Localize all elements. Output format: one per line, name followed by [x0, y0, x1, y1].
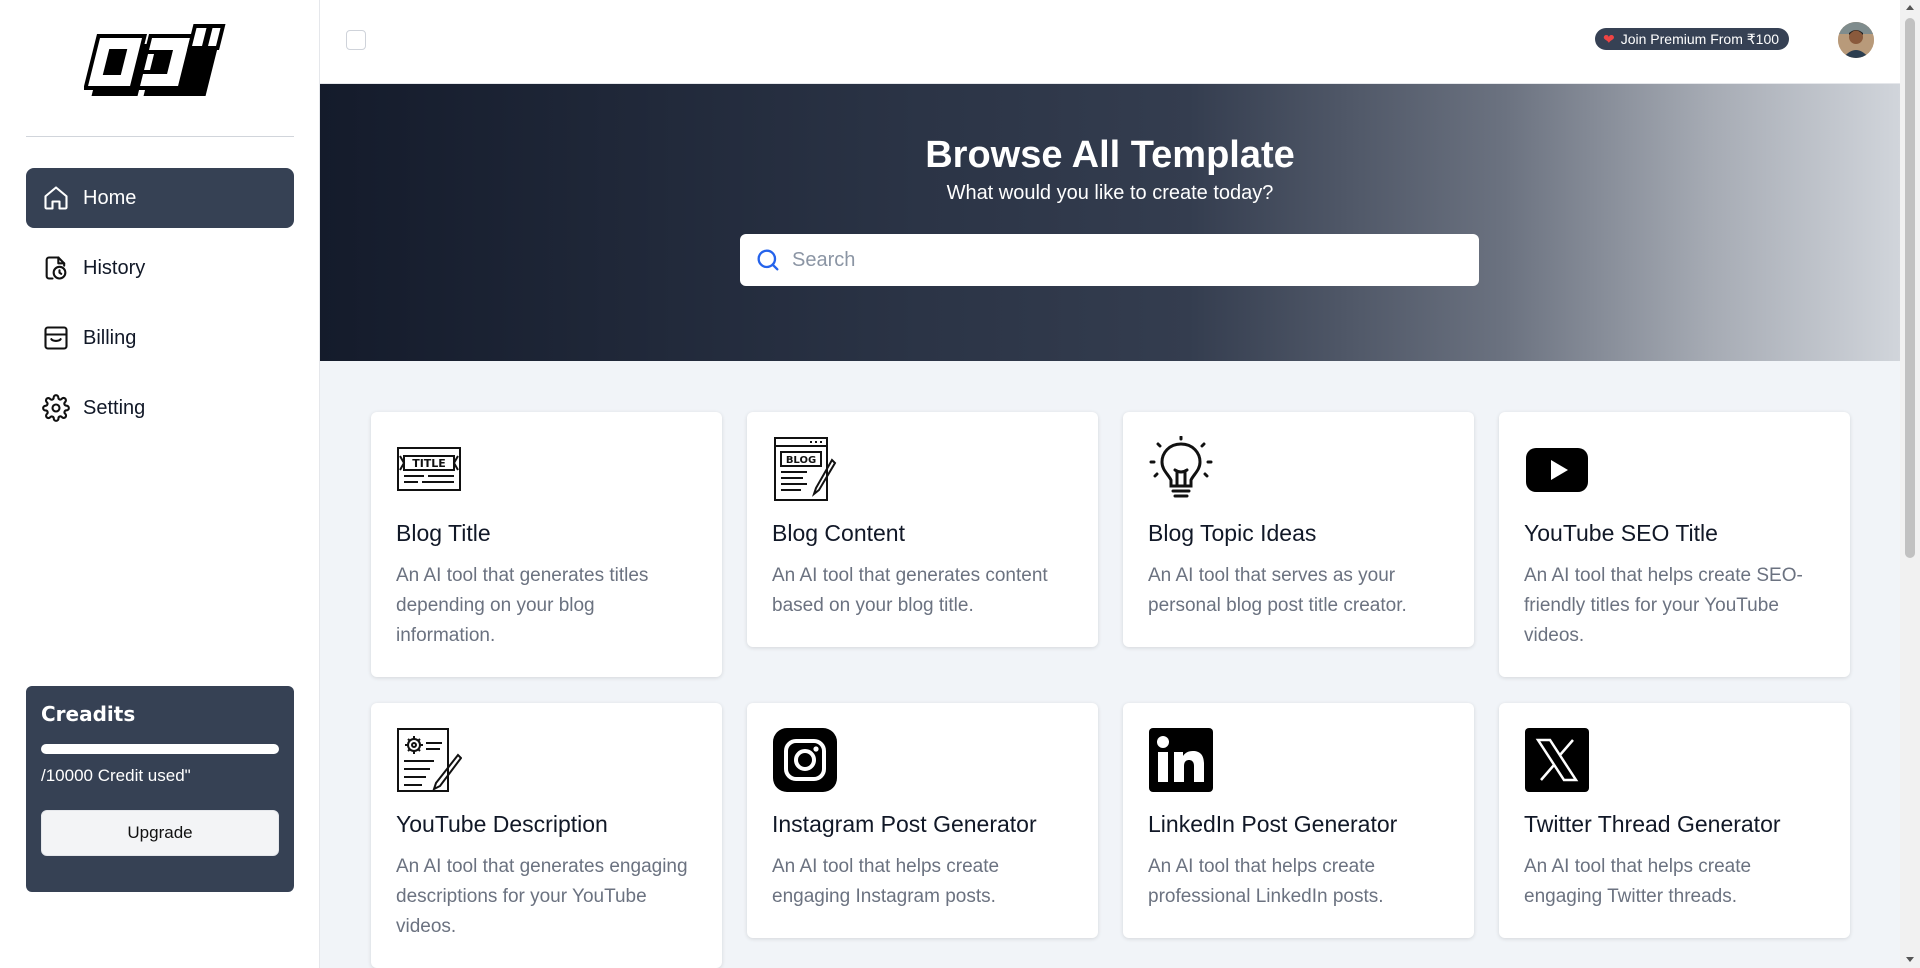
template-card-title: Blog Topic Ideas — [1148, 520, 1317, 546]
sidebar-item-label: Setting — [83, 396, 146, 419]
template-card-linkedin-post-generator[interactable]: LinkedIn Post Generator An AI tool that … — [1123, 703, 1474, 938]
blog-title-icon: TITLE — [396, 436, 462, 502]
template-card-title: Blog Title — [396, 520, 491, 546]
template-card-title: Blog Content — [772, 520, 905, 546]
document-settings-icon — [396, 727, 463, 793]
sidebar-toggle-checkbox[interactable] — [346, 30, 366, 50]
sidebar-item-setting[interactable]: Setting — [26, 378, 294, 438]
template-card-blog-content[interactable]: BLOG Blog Content An AI tool that genera… — [747, 412, 1098, 647]
template-card-desc: An AI tool that helps create engaging In… — [772, 856, 1000, 907]
svg-text:TITLE: TITLE — [412, 457, 446, 470]
template-card-twitter-thread-generator[interactable]: Twitter Thread Generator An AI tool that… — [1499, 703, 1850, 938]
blog-content-icon: BLOG — [772, 436, 838, 502]
template-card-blog-topic-ideas[interactable]: Blog Topic Ideas An AI tool that serves … — [1123, 412, 1474, 647]
search-icon — [754, 246, 782, 274]
search-input[interactable] — [792, 248, 1472, 272]
template-card-instagram-post-generator[interactable]: Instagram Post Generator An AI tool that… — [747, 703, 1098, 938]
page-title: Browse All Template — [925, 134, 1295, 176]
hero-banner: Browse All Template What would you like … — [320, 84, 1900, 361]
template-card-desc: An AI tool that serves as your personal … — [1148, 565, 1407, 616]
template-card-title: LinkedIn Post Generator — [1148, 811, 1398, 837]
template-card-title: Twitter Thread Generator — [1524, 811, 1781, 837]
page-subtitle: What would you like to create today? — [946, 182, 1274, 204]
template-card-desc: An AI tool that helps create SEO-friendl… — [1524, 565, 1803, 646]
upgrade-button[interactable]: Upgrade — [41, 810, 279, 856]
lightbulb-icon — [1148, 435, 1214, 502]
template-card-title: YouTube SEO Title — [1524, 520, 1718, 546]
template-card-desc: An AI tool that generates engaging descr… — [396, 856, 688, 937]
app-logo[interactable] — [83, 22, 236, 106]
template-card-title: YouTube Description — [396, 811, 608, 837]
heart-icon: ❤ — [1603, 30, 1615, 47]
sidebar-item-label: Billing — [83, 326, 137, 349]
template-card-title: Instagram Post Generator — [772, 811, 1037, 837]
sidebar: Home History Billing Setting Creadits /1… — [0, 0, 320, 968]
youtube-icon — [1524, 436, 1590, 502]
template-card-blog-title[interactable]: TITLE Blog Title An AI tool that generat… — [371, 412, 722, 677]
home-icon — [41, 183, 71, 213]
sidebar-item-label: History — [83, 256, 146, 279]
template-card-youtube-seo-title[interactable]: YouTube SEO Title An AI tool that helps … — [1499, 412, 1850, 677]
sidebar-item-home[interactable]: Home — [26, 168, 294, 228]
gear-icon — [41, 393, 71, 423]
instagram-icon — [772, 727, 838, 793]
premium-label: Join Premium From ₹100 — [1620, 30, 1780, 47]
template-card-desc: An AI tool that helps create engaging Tw… — [1524, 856, 1752, 907]
sidebar-item-history[interactable]: History — [26, 238, 294, 298]
credits-progress-bar — [41, 744, 279, 754]
sidebar-nav: Home History Billing Setting — [26, 168, 294, 448]
template-card-desc: An AI tool that generates content based … — [772, 565, 1048, 616]
template-card-youtube-description[interactable]: YouTube Description An AI tool that gene… — [371, 703, 722, 968]
avatar[interactable] — [1838, 22, 1874, 58]
svg-text:BLOG: BLOG — [786, 455, 816, 466]
logo-divider — [26, 136, 294, 137]
template-grid: TITLE Blog Title An AI tool that generat… — [371, 412, 1850, 968]
linkedin-icon — [1148, 727, 1214, 793]
credits-usage-text: /10000 Credit used" — [41, 766, 191, 785]
billing-icon — [41, 323, 71, 353]
sidebar-item-label: Home — [83, 186, 137, 209]
topbar: ❤ Join Premium From ₹100 — [320, 0, 1900, 84]
template-card-desc: An AI tool that generates titles dependi… — [396, 565, 649, 646]
sidebar-item-billing[interactable]: Billing — [26, 308, 294, 368]
x-twitter-icon — [1524, 727, 1590, 793]
premium-badge[interactable]: ❤ Join Premium From ₹100 — [1595, 28, 1790, 50]
credits-title: Creadits — [41, 702, 136, 726]
template-card-desc: An AI tool that helps create professiona… — [1148, 856, 1384, 907]
credits-panel: Creadits /10000 Credit used" Upgrade — [26, 686, 294, 892]
scrollbar-thumb[interactable] — [1905, 18, 1915, 558]
page-scrollbar[interactable] — [1900, 0, 1920, 968]
search-bar — [740, 234, 1479, 286]
history-icon — [41, 253, 71, 283]
scroll-down-arrow-icon[interactable] — [1906, 957, 1914, 962]
scroll-up-arrow-icon[interactable] — [1906, 5, 1914, 10]
